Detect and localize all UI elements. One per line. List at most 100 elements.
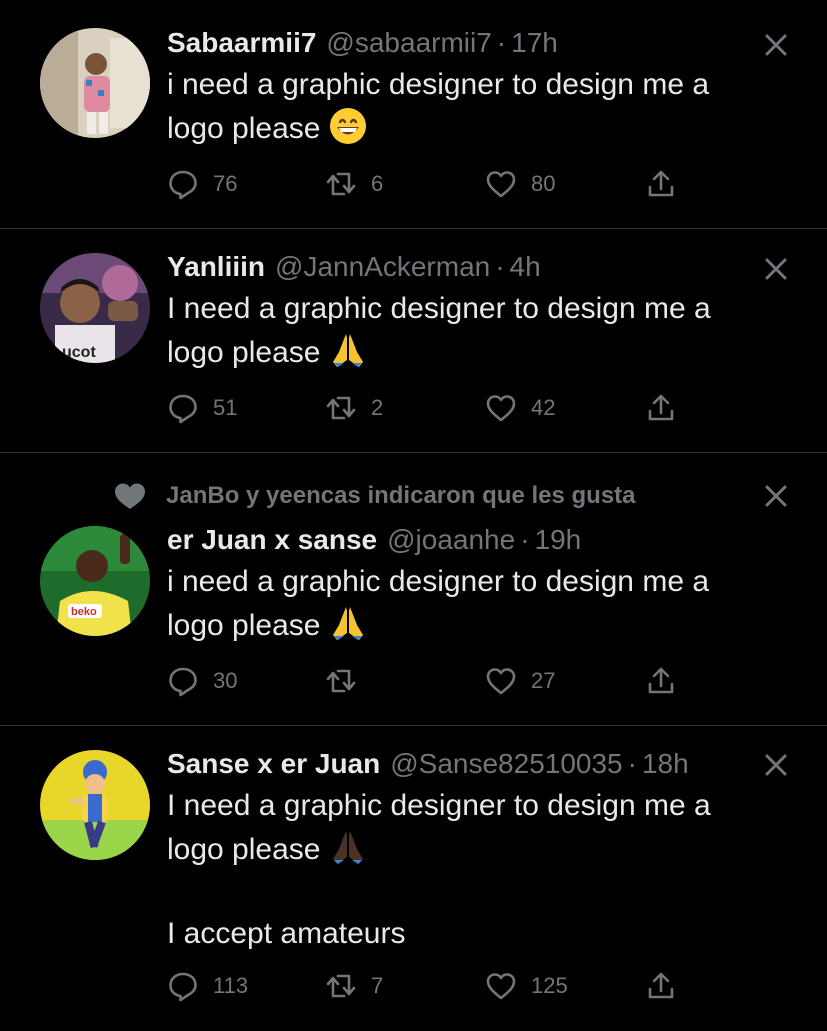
reply-icon [167,970,199,1002]
folded-hands-emoji [328,330,368,370]
tweet-header: er Juan x sanse @joaanhe · 19h [167,523,787,557]
tweet-actions: 113 7 125 [167,969,687,1003]
tweet-text: I need a graphic designer to design me a… [167,288,787,374]
share-button[interactable] [645,969,677,1003]
tweet-text-line: logo please [167,833,321,866]
tweet[interactable]: JanBo y yeencas indicaron que les gusta … [0,453,827,725]
like-button[interactable]: 80 [485,167,555,201]
share-icon [645,392,677,424]
user-handle[interactable]: @joaanhe [387,523,515,557]
tweet-text: i need a graphic designer to design me a… [167,561,787,647]
tweet-actions: 30 27 [167,664,687,698]
heart-icon [485,665,517,697]
retweet-button[interactable]: 6 [325,167,383,201]
tweet-text: i need a graphic designer to design me a… [167,64,787,150]
reply-button[interactable]: 51 [167,391,237,425]
share-button[interactable] [645,167,677,201]
share-icon [645,665,677,697]
avatar[interactable]: ucot [40,253,150,363]
tweet-text-line: I accept amateurs [167,917,406,950]
tweet-text-line: I need a graphic designer to design me a [167,789,711,822]
tweet-text-line: logo please [167,609,321,642]
like-button[interactable]: 27 [485,664,555,698]
svg-text:ucot: ucot [62,344,96,361]
social-context[interactable]: JanBo y yeencas indicaron que les gusta [112,480,636,512]
tweet-text-line: i need a graphic designer to design me a [167,68,710,101]
like-count: 42 [531,395,556,420]
retweet-button[interactable]: 7 [325,969,383,1003]
retweet-count: 6 [371,171,384,196]
share-button[interactable] [645,664,677,698]
heart-icon [485,970,517,1002]
avatar[interactable] [40,28,150,138]
reply-icon [167,392,199,424]
tweet[interactable]: Sabaarmii7 @sabaarmii7 · 17h i need a gr… [0,0,827,228]
folded-hands-dark-emoji [328,827,368,867]
timestamp[interactable]: 4h [510,250,541,284]
separator-dot: · [627,748,637,779]
display-name[interactable]: Sanse x er Juan [167,747,380,781]
timestamp[interactable]: 19h [535,523,582,557]
retweet-icon [325,665,357,697]
close-icon[interactable] [761,481,791,511]
reply-count: 30 [213,668,238,693]
grinning-face-emoji [328,106,368,146]
avatar[interactable]: beko [40,526,150,636]
tweet-text-line: I need a graphic designer to design me a [167,292,711,325]
tweet-header: Sabaarmii7 @sabaarmii7 · 17h [167,26,787,60]
reply-button[interactable]: 30 [167,664,237,698]
display-name[interactable]: Yanliiin [167,250,265,284]
retweet-icon [325,168,357,200]
close-icon[interactable] [761,750,791,780]
timestamp[interactable]: 18h [642,747,689,781]
tweet-actions: 76 6 80 [167,167,687,201]
separator-dot: · [496,27,507,58]
close-icon[interactable] [761,30,791,60]
heart-icon [485,168,517,200]
retweet-button[interactable] [325,664,371,698]
folded-hands-emoji [328,603,368,643]
like-count: 27 [531,668,556,693]
like-count: 80 [531,171,556,196]
retweet-count: 2 [371,395,384,420]
retweet-icon [325,970,357,1002]
social-context-text: JanBo y yeencas indicaron que les gusta [166,482,636,509]
svg-text:beko: beko [71,606,97,618]
tweet-text-line: logo please [167,336,321,369]
reply-count: 51 [213,395,238,420]
close-icon[interactable] [761,254,791,284]
tweet[interactable]: Sanse x er Juan @Sanse82510035 · 18h I n… [0,726,827,1031]
tweet-actions: 51 2 42 [167,391,687,425]
like-button[interactable]: 42 [485,391,555,425]
user-handle[interactable]: @Sanse82510035 [390,747,622,781]
tweet-header: Yanliiin @JannAckerman · 4h [167,250,787,284]
share-icon [645,970,677,1002]
display-name[interactable]: er Juan x sanse [167,523,377,557]
reply-count: 113 [213,973,249,998]
reply-icon [167,168,199,200]
reply-button[interactable]: 76 [167,167,237,201]
like-button[interactable]: 125 [485,969,568,1003]
avatar[interactable] [40,750,150,860]
display-name[interactable]: Sabaarmii7 [167,26,316,60]
share-button[interactable] [645,391,677,425]
heart-icon [485,392,517,424]
user-handle[interactable]: @JannAckerman [275,250,490,284]
reply-icon [167,665,199,697]
tweet-header: Sanse x er Juan @Sanse82510035 · 18h [167,747,787,781]
share-icon [645,168,677,200]
tweet-text-line: i need a graphic designer to design me a [167,565,710,598]
reply-count: 76 [213,171,238,196]
separator-dot: · [520,524,530,555]
like-count: 125 [531,973,568,998]
retweet-count: 7 [371,973,384,998]
retweet-icon [325,392,357,424]
retweet-button[interactable]: 2 [325,391,383,425]
user-handle[interactable]: @sabaarmii7 [326,26,491,60]
tweet-text-line: logo please [167,112,321,145]
timestamp[interactable]: 17h [511,26,558,60]
reply-button[interactable]: 113 [167,969,248,1003]
tweet[interactable]: ucot Yanliiin @JannAckerman · 4h I need … [0,229,827,452]
heart-filled-icon [112,480,166,512]
separator-dot: · [495,251,505,282]
